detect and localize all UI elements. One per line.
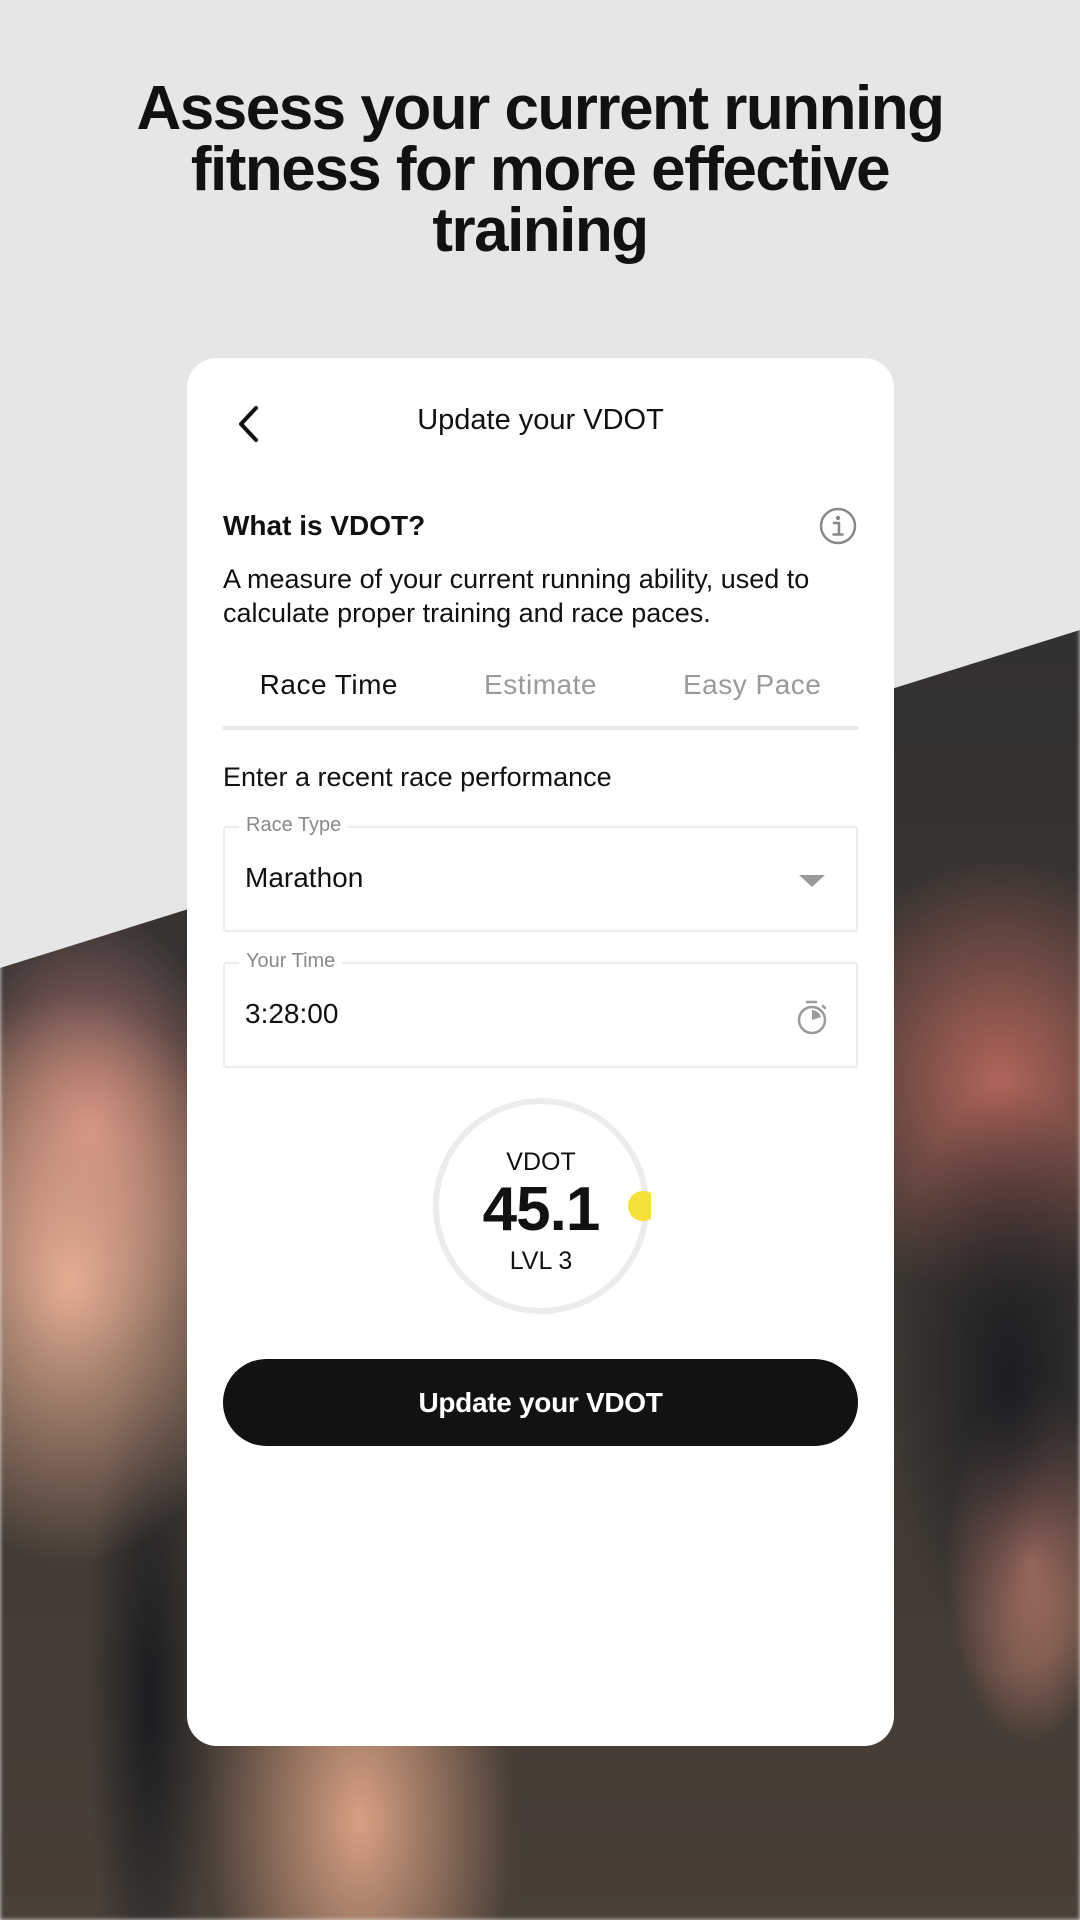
stopwatch-icon[interactable] — [792, 997, 832, 1037]
vdot-level: LVL 3 — [509, 1247, 573, 1275]
info-title: What is VDOT? — [223, 510, 426, 541]
card-header: Update your VDOT — [187, 358, 894, 488]
headline: Assess your current running fitness for … — [136, 74, 945, 265]
your-time-value: 3:28:00 — [245, 998, 339, 1029]
section-label: Enter a recent race performance — [223, 762, 612, 792]
info-icon — [819, 507, 857, 545]
tab-race-time[interactable]: Race Time — [223, 660, 435, 726]
update-vdot-button[interactable]: Update your VDOT — [223, 1359, 858, 1446]
vdot-value: 45.1 — [482, 1175, 601, 1244]
vdot-card: Update your VDOT What is VDOT? A measure… — [187, 358, 894, 1746]
tab-bar: Race Time Estimate Easy Pace — [223, 660, 858, 730]
vdot-label: VDOT — [506, 1148, 576, 1176]
tab-easy-pace[interactable]: Easy Pace — [646, 660, 858, 726]
race-type-value: Marathon — [245, 862, 364, 893]
race-type-label: Race Type — [239, 814, 349, 837]
your-time-input[interactable]: Your Time 3:28:00 — [223, 950, 858, 1068]
info-button[interactable] — [818, 506, 858, 546]
your-time-label: Your Time — [239, 950, 343, 973]
race-type-select[interactable]: Race Type Marathon — [223, 814, 858, 932]
info-description: A measure of your current running abilit… — [223, 564, 810, 628]
card-title: Update your VDOT — [417, 404, 664, 436]
tab-estimate[interactable]: Estimate — [435, 660, 647, 726]
vdot-gauge: VDOT 45.1 LVL 3 — [431, 1096, 651, 1316]
dropdown-arrow-icon[interactable] — [792, 861, 832, 901]
